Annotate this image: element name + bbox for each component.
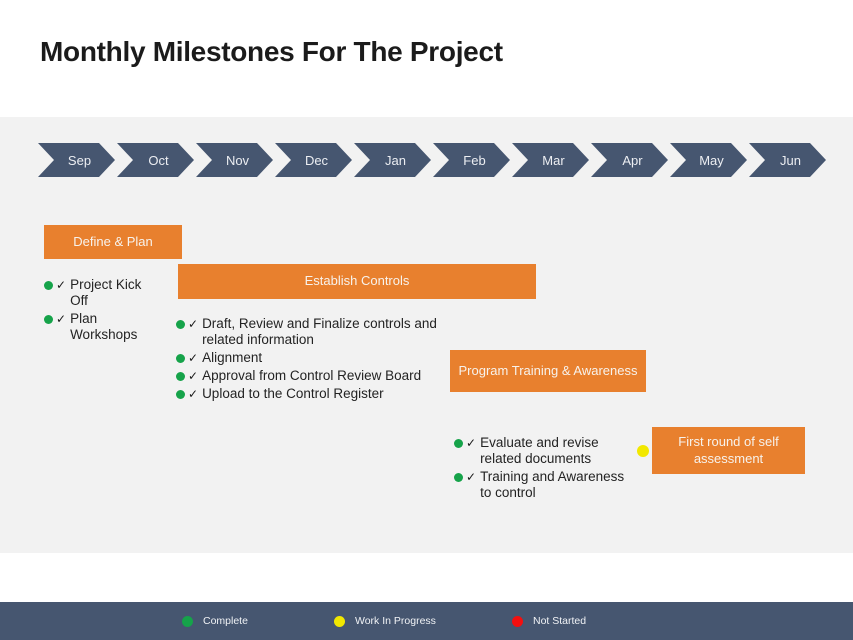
task-label: Training and Awareness to control (480, 468, 625, 500)
legend-item-work-in-progress: Work In Progress (334, 615, 436, 627)
timeline-month-label: Jan (385, 152, 406, 168)
timeline-month-label: Oct (148, 152, 169, 168)
check-icon: ✓ (466, 436, 477, 450)
task-label: Approval from Control Review Board (202, 367, 422, 383)
status-dot-icon (454, 472, 463, 482)
legend-dot-not-started-icon (512, 615, 523, 627)
check-icon: ✓ (188, 350, 199, 365)
timeline-month-nov[interactable]: Nov (196, 143, 273, 177)
legend-label: Not Started (533, 615, 587, 627)
status-dot-icon (176, 389, 185, 399)
task-item: ✓ Alignment (176, 350, 446, 366)
timeline-month-bar: Sep Oct Nov Dec Jan Feb Mar Apr May Jun (38, 143, 826, 177)
task-item: ✓ Plan Workshops (44, 311, 162, 343)
legend-item-not-started: Not Started (512, 615, 586, 627)
status-dot-icon (44, 314, 53, 324)
timeline-month-mar[interactable]: Mar (512, 143, 589, 177)
timeline-month-label: Apr (622, 152, 643, 168)
task-label: Plan Workshops (70, 310, 138, 342)
timeline-month-label: Jun (780, 152, 801, 168)
task-item: ✓ Project Kick Off (44, 277, 162, 309)
task-label: Alignment (202, 349, 263, 365)
timeline-month-dec[interactable]: Dec (275, 143, 352, 177)
milestone-box-label: First round of self assessment (678, 434, 779, 466)
task-list-define-plan: ✓ Project Kick Off ✓ Plan Workshops (44, 277, 162, 345)
legend-label: Work In Progress (355, 615, 436, 627)
milestone-box-label: Program Training & Awareness (458, 362, 638, 378)
check-icon: ✓ (56, 278, 67, 292)
timeline-month-label: Mar (542, 152, 565, 168)
status-dot-icon (454, 439, 463, 448)
timeline-month-label: May (699, 152, 724, 168)
timeline-month-label: Nov (225, 152, 250, 168)
task-label: Project Kick Off (70, 277, 142, 308)
task-list-establish-controls: ✓ Draft, Review and Finalize controls an… (176, 316, 446, 404)
check-icon: ✓ (188, 386, 199, 401)
task-item: ✓ Evaluate and revise related documents (454, 435, 632, 467)
task-label: Upload to the Control Register (202, 385, 384, 401)
timeline-month-jun[interactable]: Jun (749, 143, 826, 177)
status-dot-icon (44, 281, 53, 290)
legend-label: Complete (203, 615, 248, 627)
milestone-box-label: Establish Controls (304, 273, 410, 289)
task-item: ✓ Training and Awareness to control (454, 469, 632, 501)
check-icon: ✓ (188, 368, 199, 383)
legend-dot-work-in-progress-icon (334, 615, 345, 627)
legend-item-complete: Complete (182, 615, 248, 627)
task-item: ✓ Draft, Review and Finalize controls an… (176, 316, 446, 348)
timeline-month-apr[interactable]: Apr (591, 143, 668, 177)
timeline-month-may[interactable]: May (670, 143, 747, 177)
task-list-program-training: ✓ Evaluate and revise related documents … (454, 435, 632, 503)
check-icon: ✓ (188, 317, 199, 331)
task-label: Draft, Review and Finalize controls and … (202, 316, 437, 347)
legend-bar: Complete Work In Progress Not Started (0, 602, 853, 640)
timeline-month-label: Dec (304, 152, 329, 168)
timeline-month-label: Feb (463, 152, 486, 168)
timeline-month-sep[interactable]: Sep (38, 143, 115, 177)
milestone-box-program-training[interactable]: Program Training & Awareness (450, 350, 646, 392)
task-label: Evaluate and revise related documents (480, 435, 599, 466)
status-dot-self-assessment (637, 445, 649, 457)
timeline-month-label: Sep (67, 152, 92, 168)
task-item: ✓ Upload to the Control Register (176, 386, 446, 402)
check-icon: ✓ (56, 311, 67, 326)
milestone-box-label: Define & Plan (73, 233, 153, 249)
timeline-month-feb[interactable]: Feb (433, 143, 510, 177)
milestone-box-define-plan[interactable]: Define & Plan (44, 225, 182, 259)
legend-dot-complete-icon (182, 615, 193, 627)
status-dot-icon (176, 353, 185, 363)
milestone-box-establish-controls[interactable]: Establish Controls (178, 264, 536, 299)
milestone-box-self-assessment[interactable]: First round of self assessment (652, 427, 805, 474)
check-icon: ✓ (466, 469, 477, 484)
timeline-month-oct[interactable]: Oct (117, 143, 194, 177)
page-title: Monthly Milestones For The Project (40, 36, 503, 67)
task-item: ✓ Approval from Control Review Board (176, 368, 446, 384)
status-dot-icon (176, 371, 185, 381)
status-dot-icon (176, 320, 185, 329)
timeline-month-jan[interactable]: Jan (354, 143, 431, 177)
